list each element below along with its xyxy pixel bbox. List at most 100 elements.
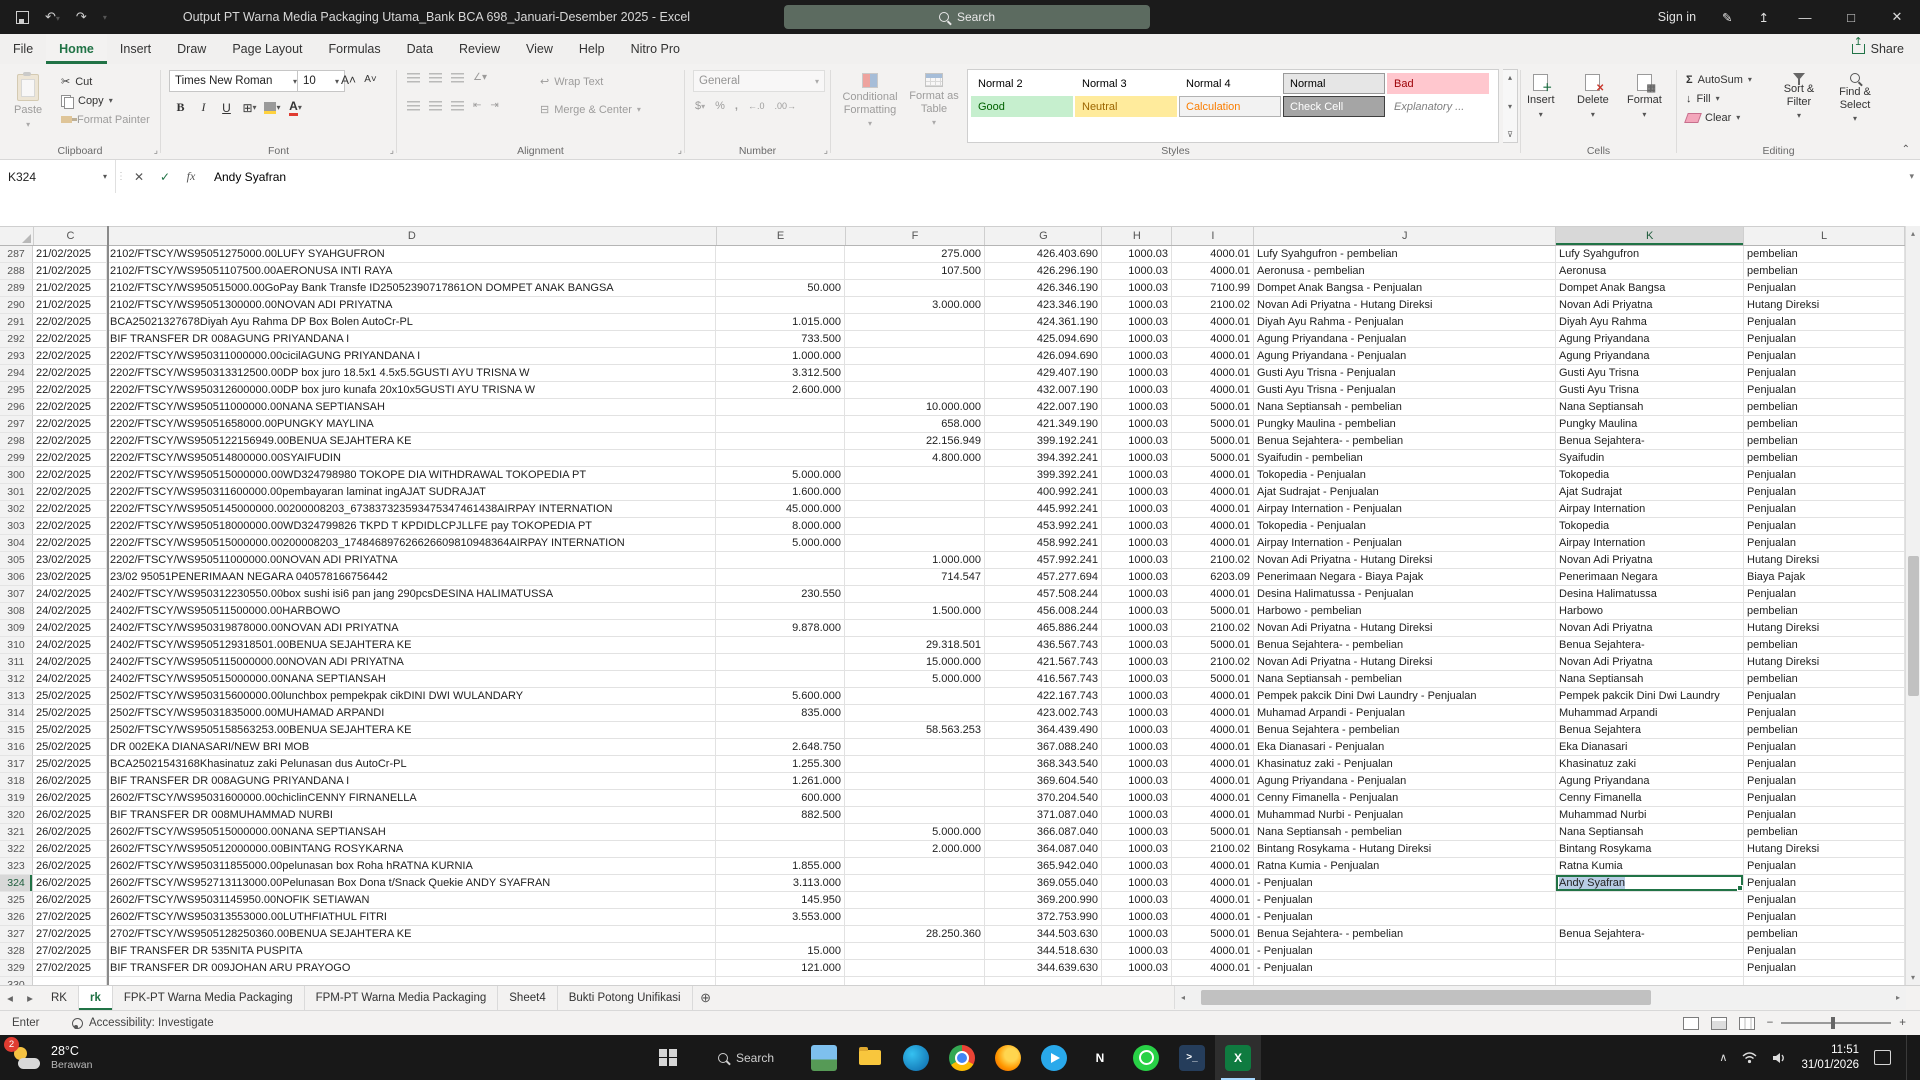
- grid-cell[interactable]: [716, 297, 845, 314]
- number-dialog-launcher-icon[interactable]: ⌟: [824, 145, 828, 156]
- grid-cell[interactable]: 22/02/2025: [33, 518, 107, 535]
- customize-qat-icon[interactable]: ▾: [103, 13, 107, 22]
- grid-cell[interactable]: Airpay Internation: [1556, 501, 1744, 518]
- grid-cell[interactable]: pembelian: [1744, 926, 1905, 943]
- autosum-button[interactable]: Σ AutoSum ▾: [1683, 70, 1755, 89]
- grid-cell[interactable]: 4000.01: [1172, 858, 1254, 875]
- grid-cell[interactable]: Penjualan: [1744, 314, 1905, 331]
- grid-cell[interactable]: Bintang Rosykama - Hutang Direksi: [1254, 841, 1556, 858]
- grid-cell[interactable]: Dompet Anak Bangsa - Penjualan: [1254, 280, 1556, 297]
- grid-cell[interactable]: 1.015.000: [716, 314, 845, 331]
- grid-cell[interactable]: Penjualan: [1744, 773, 1905, 790]
- cut-button[interactable]: ✂ Cut: [58, 72, 153, 91]
- grid-cell[interactable]: Eka Dianasari: [1556, 739, 1744, 756]
- grid-cell[interactable]: 457.992.241: [985, 552, 1102, 569]
- grid-cell[interactable]: 2100.02: [1172, 841, 1254, 858]
- grid-cell[interactable]: 835.000: [716, 705, 845, 722]
- grid-cell[interactable]: 27/02/2025: [33, 960, 107, 977]
- column-header-I[interactable]: I: [1172, 227, 1255, 245]
- grid-cell[interactable]: [716, 450, 845, 467]
- grid-cell[interactable]: Desina Halimatussa: [1556, 586, 1744, 603]
- sheet-tab-rk[interactable]: RK: [40, 986, 79, 1010]
- grid-cell[interactable]: 399.192.241: [985, 433, 1102, 450]
- percent-style-icon[interactable]: %: [715, 100, 725, 112]
- normal-view-icon[interactable]: [1682, 1016, 1699, 1030]
- grid-cell[interactable]: [845, 518, 985, 535]
- grid-cell[interactable]: [716, 569, 845, 586]
- grid-cell[interactable]: Aeronusa: [1556, 263, 1744, 280]
- decrease-decimal-icon[interactable]: .00→: [775, 101, 797, 111]
- grid-cell[interactable]: [33, 977, 107, 985]
- grid-cell[interactable]: 4000.01: [1172, 807, 1254, 824]
- grid-cell[interactable]: [845, 586, 985, 603]
- grid-cell[interactable]: [716, 722, 845, 739]
- grid-cell[interactable]: [845, 875, 985, 892]
- grid-cell[interactable]: 1000.03: [1102, 535, 1172, 552]
- grid-cell[interactable]: 436.567.743: [985, 637, 1102, 654]
- grid-cell[interactable]: Airpay Internation - Penjualan: [1254, 501, 1556, 518]
- grid-cell[interactable]: 1.261.000: [716, 773, 845, 790]
- format-as-table-button[interactable]: Format as Table ▾: [899, 68, 969, 132]
- start-button[interactable]: [645, 1035, 691, 1080]
- grid-cell[interactable]: 1.000.000: [845, 552, 985, 569]
- grid-cell[interactable]: 2502/FTSCY/WS950315600000.00lunchbox pem…: [107, 688, 716, 705]
- grid-cell[interactable]: 4000.01: [1172, 586, 1254, 603]
- grid-cell[interactable]: [845, 484, 985, 501]
- row-header-311[interactable]: 311: [0, 654, 33, 671]
- grid-cell[interactable]: 22/02/2025: [33, 365, 107, 382]
- new-sheet-button[interactable]: ⊕: [693, 986, 719, 1010]
- clipboard-dialog-launcher-icon[interactable]: ⌟: [154, 145, 158, 156]
- tray-expand-icon[interactable]: ∧: [1719, 1051, 1727, 1064]
- grid-cell[interactable]: 24/02/2025: [33, 620, 107, 637]
- grid-cell[interactable]: Biaya Pajak: [1744, 569, 1905, 586]
- grid-cell[interactable]: 423.346.190: [985, 297, 1102, 314]
- grid-cell[interactable]: Novan Adi Priyatna: [1556, 297, 1744, 314]
- grid-cell[interactable]: Gusti Ayu Trisna: [1556, 382, 1744, 399]
- grid-cell[interactable]: 2202/FTSCY/WS950518000000.00WD324799826 …: [107, 518, 716, 535]
- underline-button[interactable]: U: [217, 98, 236, 117]
- grid-cell[interactable]: 1000.03: [1102, 705, 1172, 722]
- grid-cell[interactable]: Penjualan: [1744, 705, 1905, 722]
- gallery-up-icon[interactable]: ▴: [1508, 73, 1512, 82]
- grid-cell[interactable]: Penjualan: [1744, 756, 1905, 773]
- column-header-J[interactable]: J: [1254, 227, 1557, 245]
- grid-cell[interactable]: 5.000.000: [845, 671, 985, 688]
- grid-cell[interactable]: 5000.01: [1172, 603, 1254, 620]
- grid-cell[interactable]: 1000.03: [1102, 756, 1172, 773]
- grid-cell[interactable]: 422.167.743: [985, 688, 1102, 705]
- grid-cell[interactable]: [716, 246, 845, 263]
- grid-cell[interactable]: 1000.03: [1102, 892, 1172, 909]
- grid-cell[interactable]: 22/02/2025: [33, 348, 107, 365]
- grid-cell[interactable]: 426.346.190: [985, 280, 1102, 297]
- grid-cell[interactable]: 1.855.000: [716, 858, 845, 875]
- grid-cell[interactable]: 369.604.540: [985, 773, 1102, 790]
- grid-cell[interactable]: [845, 943, 985, 960]
- grid-cell[interactable]: 4000.01: [1172, 773, 1254, 790]
- grid-cell[interactable]: Novan Adi Priyatna - Hutang Direksi: [1254, 654, 1556, 671]
- grid-cell[interactable]: 1000.03: [1102, 331, 1172, 348]
- grid-cell[interactable]: 1000.03: [1102, 569, 1172, 586]
- grid-cell[interactable]: 27/02/2025: [33, 909, 107, 926]
- grid-cell[interactable]: Benua Sejahtera- - pembelian: [1254, 926, 1556, 943]
- grid-cell[interactable]: 15.000.000: [845, 654, 985, 671]
- grid-cell[interactable]: [1556, 977, 1744, 985]
- paste-button[interactable]: Paste ▾: [10, 69, 46, 134]
- grid-cell[interactable]: pembelian: [1744, 416, 1905, 433]
- grid-cell[interactable]: 21/02/2025: [33, 246, 107, 263]
- grid-cell[interactable]: 5.600.000: [716, 688, 845, 705]
- grid-cell[interactable]: 2402/FTSCY/WS950319878000.00NOVAN ADI PR…: [107, 620, 716, 637]
- grid-cell[interactable]: 22/02/2025: [33, 314, 107, 331]
- cell-style-chip[interactable]: Normal: [1283, 73, 1385, 94]
- row-header-287[interactable]: 287: [0, 246, 33, 263]
- grid-cell[interactable]: 4000.01: [1172, 960, 1254, 977]
- row-header-322[interactable]: 322: [0, 841, 33, 858]
- grid-cell[interactable]: 2102/FTSCY/WS950515000.00GoPay Bank Tran…: [107, 280, 716, 297]
- row-header-306[interactable]: 306: [0, 569, 33, 586]
- row-header-327[interactable]: 327: [0, 926, 33, 943]
- grid-cell[interactable]: Penjualan: [1744, 943, 1905, 960]
- grid-cell[interactable]: 5000.01: [1172, 433, 1254, 450]
- grid-cell[interactable]: 25/02/2025: [33, 688, 107, 705]
- grid-cell[interactable]: Lufy Syahgufron: [1556, 246, 1744, 263]
- merge-center-button[interactable]: ⊟ Merge & Center ▾: [537, 100, 644, 119]
- grid-cell[interactable]: Penjualan: [1744, 875, 1905, 892]
